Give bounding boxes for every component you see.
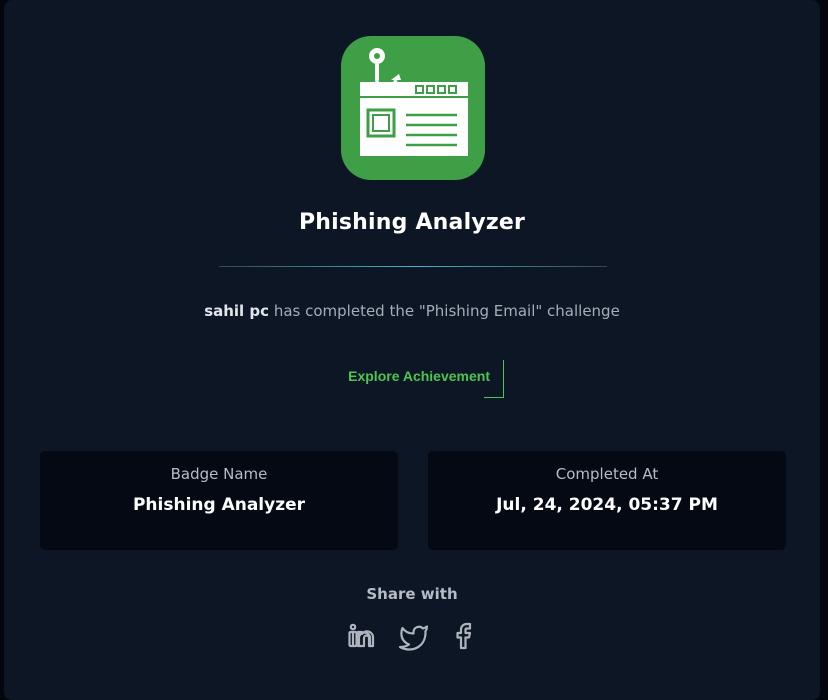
- achievement-card: Phishing Analyzer sahil pc has completed…: [4, 0, 820, 700]
- share-label: Share with: [366, 585, 458, 603]
- completed-at-value: Jul, 24, 2024, 05:37 PM: [496, 495, 718, 515]
- explore-achievement-button[interactable]: Explore Achievement: [330, 360, 504, 398]
- completed-at-box: Completed At Jul, 24, 2024, 05:37 PM: [428, 451, 786, 550]
- share-icons: [344, 620, 484, 652]
- linkedin-icon[interactable]: [346, 620, 378, 652]
- badge-name-value: Phishing Analyzer: [132, 495, 306, 515]
- phishing-badge-icon: [341, 36, 485, 180]
- twitter-icon[interactable]: [398, 620, 430, 652]
- user-name: sahil pc: [204, 302, 270, 320]
- badge-name-label: Badge Name: [170, 465, 268, 483]
- badge-name-box: Badge Name Phishing Analyzer: [40, 451, 398, 550]
- badge-title: Phishing Analyzer: [298, 210, 526, 235]
- button-corner-decoration: [484, 360, 504, 398]
- facebook-icon[interactable]: [450, 620, 482, 652]
- completion-text: has completed the "Phishing Email" chall…: [269, 302, 620, 320]
- completion-message: sahil pc has completed the "Phishing Ema…: [4, 302, 820, 320]
- explore-achievement-label: Explore Achievement: [348, 368, 490, 384]
- divider: [219, 266, 607, 267]
- completed-at-label: Completed At: [555, 465, 659, 483]
